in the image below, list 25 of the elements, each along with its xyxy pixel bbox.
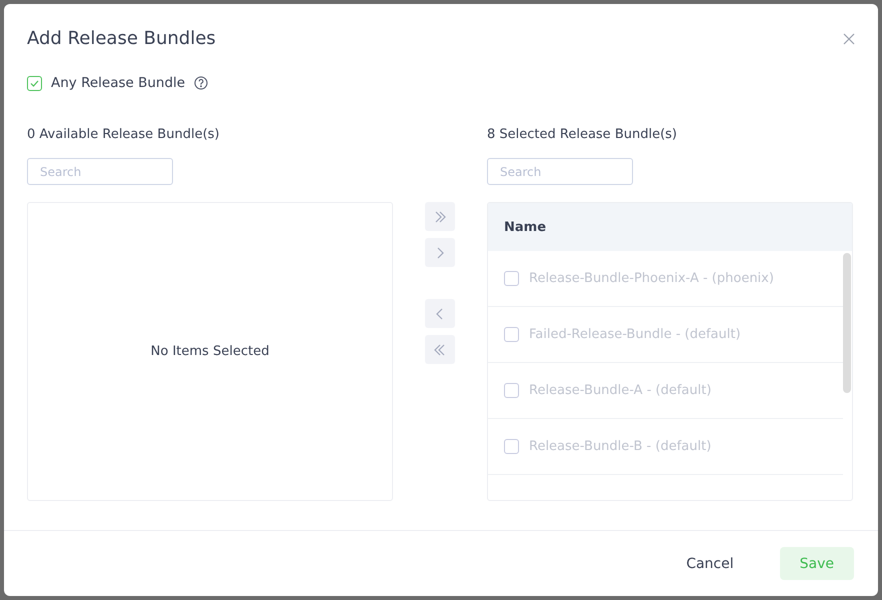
scrollbar-thumb[interactable] — [843, 253, 851, 393]
checkbox-label: Any Release Bundle — [51, 75, 186, 91]
help-icon — [194, 76, 208, 90]
close-button[interactable] — [843, 32, 855, 44]
bundle-name: Failed-Release-Bundle - (default) — [529, 327, 741, 342]
column-header: Name — [488, 203, 852, 251]
empty-message: No Items Selected — [150, 344, 270, 359]
available-heading: 0 Available Release Bundle(s) — [27, 127, 220, 142]
move-all-left-button[interactable] — [425, 335, 455, 364]
dialog-title: Add Release Bundles — [27, 28, 216, 49]
move-all-right-button[interactable] — [425, 202, 455, 231]
double-chevron-left-icon — [433, 342, 447, 356]
search-field[interactable]: Search — [487, 158, 633, 185]
selected-heading: 8 Selected Release Bundle(s) — [487, 127, 678, 142]
bundle-name: Release-Bundle-A - (default) — [529, 383, 712, 398]
move-right-button[interactable] — [425, 238, 455, 267]
search-field[interactable]: Search — [27, 158, 173, 185]
check-icon — [30, 80, 39, 86]
bundle-name: Release-Bundle-B - (default) — [529, 439, 712, 454]
move-left-button[interactable] — [425, 299, 455, 328]
close-icon — [843, 32, 855, 44]
bundle-name: Release-Bundle-Phoenix-A - (phoenix) — [529, 271, 774, 286]
checkbox[interactable] — [27, 76, 42, 90]
cancel-button[interactable]: Cancel — [666, 547, 754, 580]
double-chevron-right-icon — [433, 210, 447, 224]
